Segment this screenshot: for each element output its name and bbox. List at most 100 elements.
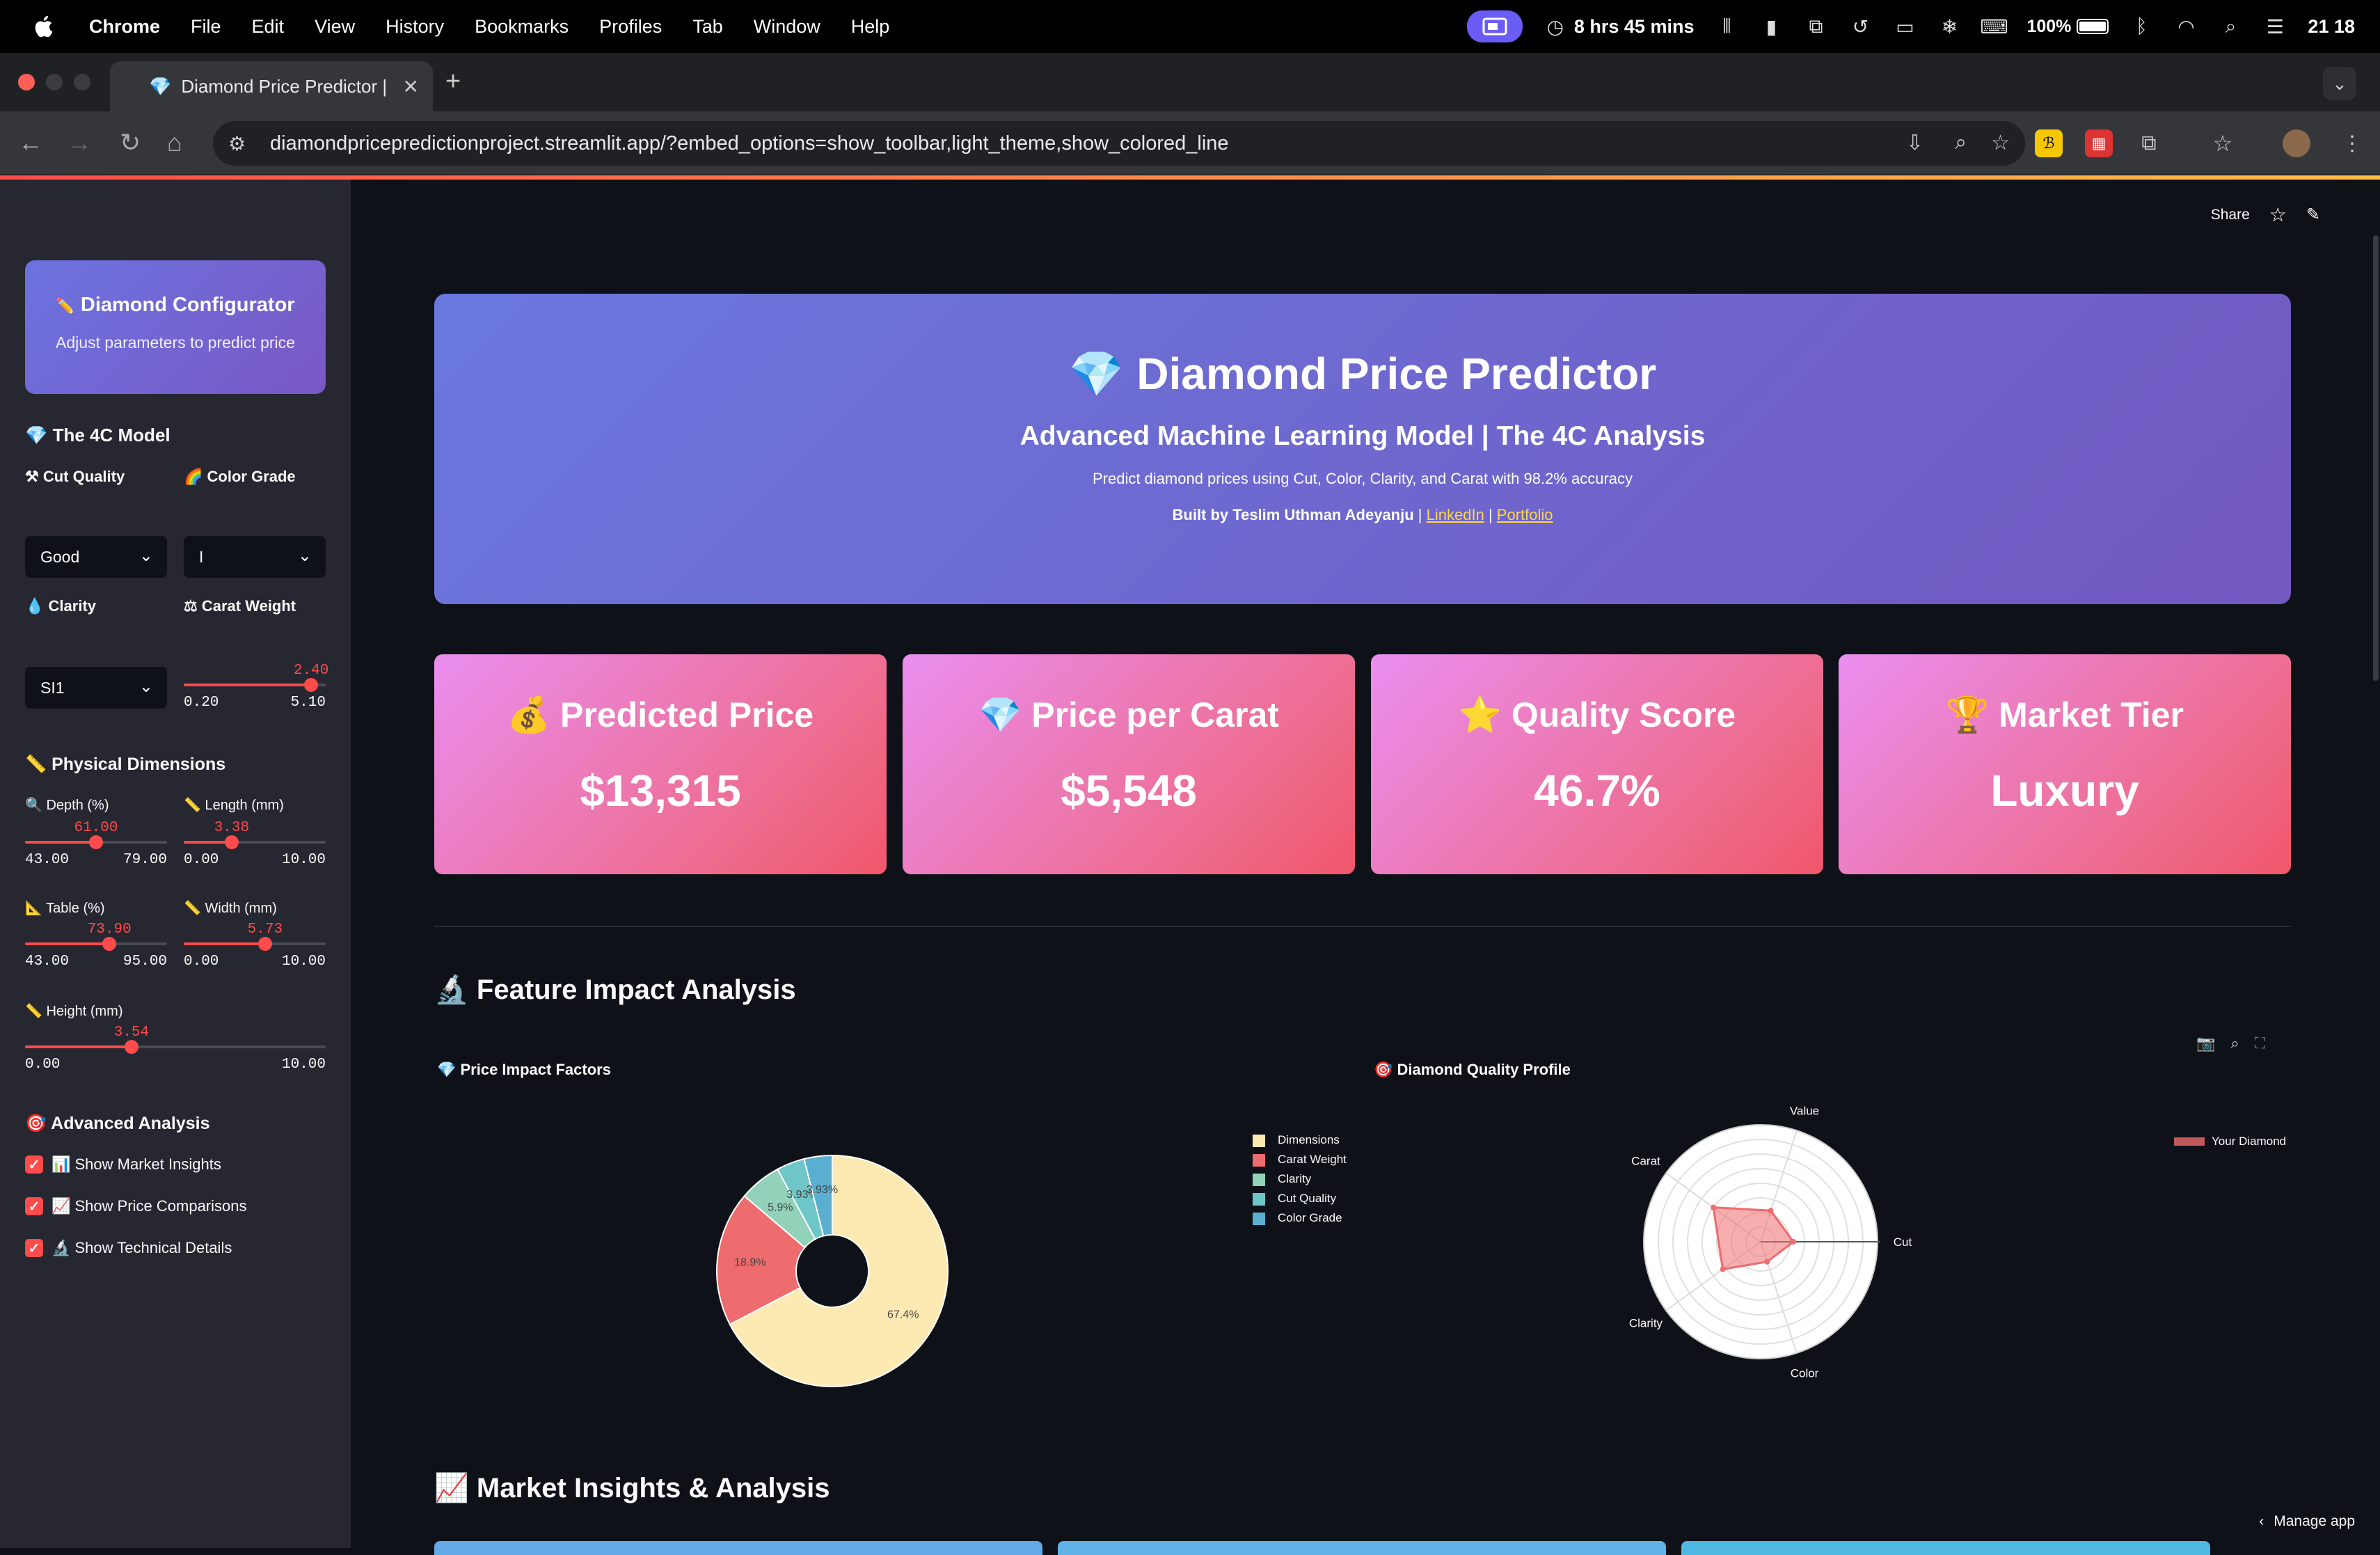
battery-status[interactable]: 100% xyxy=(2026,17,2109,37)
color-grade-value: I xyxy=(199,547,204,566)
width-slider[interactable]: 5.73 0.00 10.00 xyxy=(184,922,326,970)
bookmark-icon[interactable]: ▮ xyxy=(1759,15,1783,38)
spotlight-search-icon[interactable]: ⌕ xyxy=(2219,15,2242,38)
slider-thumb[interactable] xyxy=(102,937,117,951)
close-window-button[interactable] xyxy=(18,74,35,90)
install-app-icon[interactable]: ⇩ xyxy=(1906,131,1923,155)
clock[interactable]: 21 18 xyxy=(2308,16,2355,38)
zoom-icon[interactable]: ⌕ xyxy=(2230,1034,2239,1052)
display-icon[interactable]: ▭ xyxy=(1893,15,1917,38)
slider-fill xyxy=(184,942,265,945)
zoom-window-button[interactable] xyxy=(74,74,90,90)
menu-help[interactable]: Help xyxy=(851,16,890,38)
radar-point[interactable] xyxy=(1711,1204,1717,1210)
menu-tab[interactable]: Tab xyxy=(692,16,723,38)
color-grade-select[interactable]: I ⌄ xyxy=(184,536,326,578)
minimize-window-button[interactable] xyxy=(46,74,63,90)
ruler-icon: 📏 xyxy=(25,1004,42,1019)
new-tab-button[interactable]: + xyxy=(445,67,461,97)
address-bar[interactable]: ⚙ diamondpricepredictionproject.streamli… xyxy=(213,121,2025,166)
home-icon[interactable]: ⌂ xyxy=(167,128,182,157)
apple-icon[interactable] xyxy=(26,13,60,40)
linkedin-link[interactable]: LinkedIn xyxy=(1427,506,1484,523)
cut-quality-select[interactable]: Good ⌄ xyxy=(25,536,167,578)
edit-pencil-icon[interactable]: ✎ xyxy=(2306,205,2320,225)
zoom-icon[interactable]: ⌕ xyxy=(1955,131,1967,155)
legend-swatch[interactable] xyxy=(1253,1174,1265,1186)
extension-red-icon[interactable]: ▦ xyxy=(2085,129,2113,157)
legend-swatch[interactable] xyxy=(1253,1154,1265,1167)
manage-app-button[interactable]: ‹ Manage app xyxy=(2259,1513,2355,1530)
active-tab[interactable]: 💎 Diamond Price Predictor | ✕ xyxy=(110,61,433,111)
chrome-menu-icon[interactable]: ⋮ xyxy=(2338,129,2366,157)
portfolio-link[interactable]: Portfolio xyxy=(1497,506,1553,523)
menu-profiles[interactable]: Profiles xyxy=(599,16,662,38)
legend-label[interactable]: Clarity xyxy=(1278,1172,1311,1186)
length-slider[interactable]: 3.38 0.00 10.00 xyxy=(184,820,326,869)
bookmark-star-icon[interactable]: ☆ xyxy=(1991,131,2010,155)
technical-details-label[interactable]: 🔬 Show Technical Details xyxy=(51,1239,232,1257)
table-slider[interactable]: 73.90 43.00 95.00 xyxy=(25,922,167,970)
clarity-select[interactable]: SI1 ⌄ xyxy=(25,667,167,709)
diamond-favicon-icon: 💎 xyxy=(149,75,172,97)
legend-label[interactable]: Carat Weight xyxy=(1278,1153,1347,1167)
slider-thumb[interactable] xyxy=(224,835,239,849)
tab-search-button[interactable]: ⌄ xyxy=(2323,67,2356,100)
menu-file[interactable]: File xyxy=(191,16,221,38)
price-comparisons-checkbox[interactable]: ✓ xyxy=(25,1197,43,1215)
wifi-icon[interactable]: ◠ xyxy=(2174,15,2198,38)
fullscreen-icon[interactable]: ⛶ xyxy=(2255,1034,2265,1052)
depth-slider[interactable]: 61.00 43.00 79.00 xyxy=(25,820,167,869)
camera-icon[interactable]: 📷 xyxy=(2196,1034,2215,1052)
extension-yellow-icon[interactable]: ℬ xyxy=(2035,129,2063,157)
menu-history[interactable]: History xyxy=(386,16,444,38)
menu-edit[interactable]: Edit xyxy=(252,16,285,38)
legend-swatch[interactable] xyxy=(1253,1213,1265,1225)
reload-icon[interactable]: ↻ xyxy=(120,128,141,157)
focus-timer[interactable]: ◷ 8 hrs 45 mins xyxy=(1544,15,1695,38)
audio-wave-icon[interactable]: ⦀ xyxy=(1715,15,1738,38)
control-center-icon[interactable]: ☰ xyxy=(2263,15,2287,38)
legend-swatch[interactable] xyxy=(1253,1135,1265,1147)
menu-bookmarks[interactable]: Bookmarks xyxy=(475,16,569,38)
price-comparisons-label[interactable]: 📈 Show Price Comparisons xyxy=(51,1197,247,1215)
slider-thumb[interactable] xyxy=(89,835,103,849)
slider-thumb[interactable] xyxy=(257,937,272,951)
site-info-icon[interactable]: ⚙ xyxy=(228,132,256,155)
market-insights-label[interactable]: 📊 Show Market Insights xyxy=(51,1155,221,1174)
legend-label[interactable]: Color Grade xyxy=(1278,1211,1342,1225)
screens-icon[interactable]: ⧉ xyxy=(1804,15,1827,38)
time-machine-icon[interactable]: ↺ xyxy=(1848,15,1872,38)
market-insights-checkbox[interactable]: ✓ xyxy=(25,1155,43,1174)
menu-view[interactable]: View xyxy=(315,16,355,38)
profile-avatar[interactable] xyxy=(2283,129,2310,157)
technical-details-checkbox[interactable]: ✓ xyxy=(25,1239,43,1257)
close-tab-icon[interactable]: ✕ xyxy=(403,75,419,98)
radar-point[interactable] xyxy=(1791,1239,1797,1245)
bookmarks-icon[interactable]: ☆ xyxy=(2209,129,2237,157)
slider-thumb[interactable] xyxy=(124,1040,138,1054)
legend-label[interactable]: Dimensions xyxy=(1278,1133,1340,1147)
height-slider[interactable]: 3.54 0.00 10.00 xyxy=(25,1025,326,1073)
menu-app-name[interactable]: Chrome xyxy=(89,16,160,38)
legend-swatch[interactable] xyxy=(1253,1193,1265,1206)
menu-window[interactable]: Window xyxy=(754,16,820,38)
screen-share-icon[interactable] xyxy=(1466,10,1523,42)
bluetooth-icon[interactable]: ᛒ xyxy=(2129,15,2153,38)
keyboard-icon[interactable]: ⌨ xyxy=(1980,15,2008,38)
forward-icon[interactable]: → xyxy=(67,128,92,157)
radar-point[interactable] xyxy=(1764,1258,1770,1265)
metric-predicted-price: 💰 Predicted Price $13,315 xyxy=(434,654,887,874)
radar-point[interactable] xyxy=(1720,1266,1726,1272)
legend-label[interactable]: Cut Quality xyxy=(1278,1192,1336,1206)
back-icon[interactable]: ← xyxy=(18,128,43,157)
slider-thumb[interactable] xyxy=(304,678,319,692)
carat-slider[interactable]: 2.40 0.20 5.10 xyxy=(184,663,328,711)
radar-point[interactable] xyxy=(1768,1208,1774,1214)
snowflake-icon[interactable]: ❄ xyxy=(1937,15,1961,38)
url-text[interactable]: diamondpricepredictionproject.streamlit.… xyxy=(270,132,1229,155)
star-icon[interactable]: ☆ xyxy=(2269,203,2287,226)
extensions-puzzle-icon[interactable]: ⧉ xyxy=(2135,129,2163,157)
scrollbar[interactable] xyxy=(2373,235,2379,681)
share-button[interactable]: Share xyxy=(2211,207,2250,223)
